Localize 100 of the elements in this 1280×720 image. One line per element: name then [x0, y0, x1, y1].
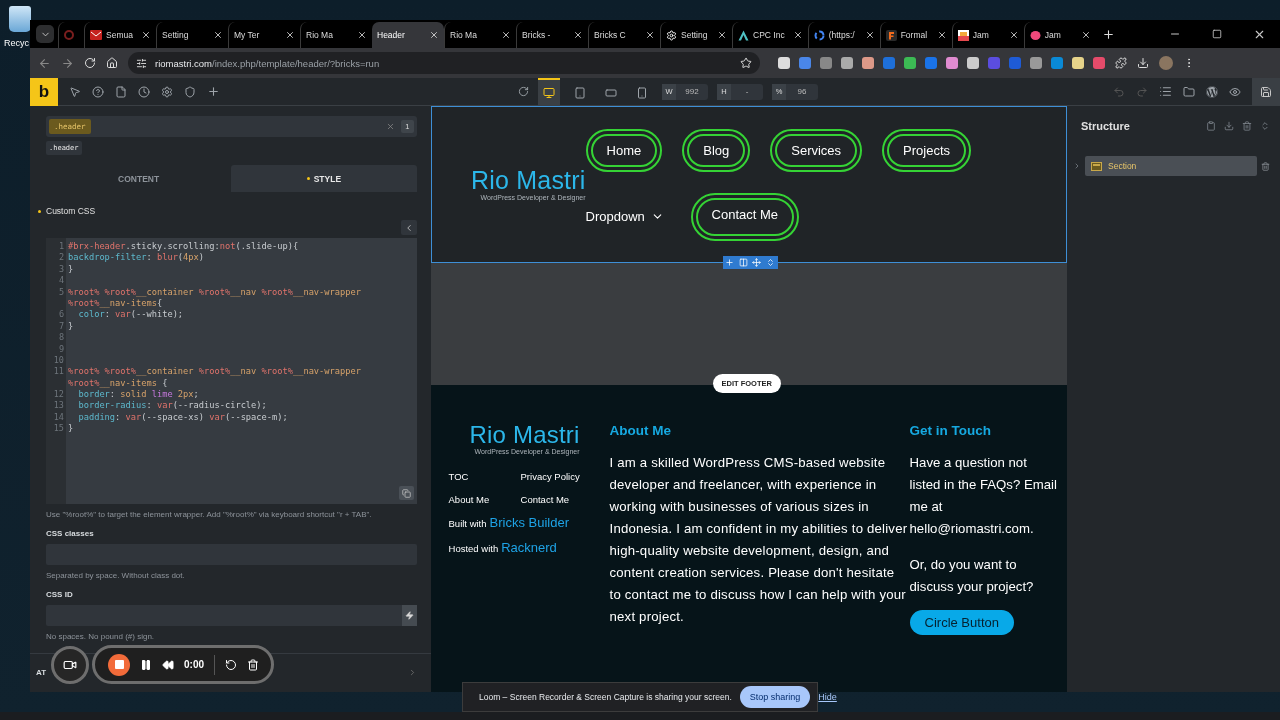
rewind-icon[interactable]: [162, 658, 174, 671]
clipboard-icon[interactable]: [1206, 121, 1216, 131]
back-icon[interactable]: [38, 56, 51, 70]
bookmark-star-icon[interactable]: [740, 57, 752, 69]
size-field[interactable]: 96: [786, 87, 818, 96]
move-icon[interactable]: [752, 258, 762, 267]
footer-link[interactable]: TOC: [448, 471, 521, 482]
close-icon[interactable]: [213, 30, 223, 40]
extension-icon[interactable]: [862, 57, 874, 69]
panel-tab[interactable]: CONTENT: [46, 165, 232, 192]
close-icon[interactable]: [792, 30, 803, 40]
extension-icon[interactable]: [904, 57, 916, 69]
footer-link[interactable]: Privacy Policy: [520, 471, 593, 482]
hide-link[interactable]: Hide: [818, 692, 837, 702]
contact-paragraph: Or, do you want to discuss your project?: [909, 556, 1035, 596]
columns-icon[interactable]: [738, 258, 748, 267]
refresh-icon[interactable]: [518, 86, 529, 97]
circle-button[interactable]: Circle Button: [909, 610, 1014, 635]
add-icon[interactable]: [207, 85, 220, 98]
profile-avatar[interactable]: [1159, 56, 1173, 70]
trash-icon[interactable]: [247, 658, 259, 671]
css-code-editor[interactable]: [46, 238, 417, 504]
collapse-button[interactable]: [400, 220, 417, 235]
nav-link[interactable]: Services: [770, 128, 863, 172]
close-icon[interactable]: [357, 30, 367, 40]
code-line: border-radius: var(--radius-circle);: [77, 400, 268, 412]
pointer-icon[interactable]: [69, 85, 81, 98]
desktop-view-button[interactable]: [538, 77, 560, 106]
tab-search-button[interactable]: [36, 25, 54, 43]
wordpress-icon[interactable]: [1206, 85, 1218, 98]
close-icon[interactable]: [864, 30, 875, 40]
help-icon[interactable]: [92, 85, 104, 98]
save-button[interactable]: [1252, 77, 1280, 106]
extensions-icon[interactable]: [1115, 57, 1127, 69]
size-field[interactable]: -: [731, 87, 763, 96]
tablet-icon: [574, 86, 586, 99]
stop-sharing-button[interactable]: Stop sharing: [739, 686, 811, 708]
structure-item[interactable]: Section: [1085, 156, 1257, 176]
nav-dropdown[interactable]: Dropdown: [585, 192, 671, 241]
pause-icon[interactable]: [140, 658, 152, 671]
credit-label: Built with: [448, 518, 487, 529]
close-icon[interactable]: [717, 30, 727, 40]
extension-icon[interactable]: [1093, 57, 1105, 69]
code-line: #brx-header.sticky.scrolling:not(.slide-up){: [68, 241, 300, 253]
close-icon[interactable]: [936, 30, 947, 40]
close-icon[interactable]: [573, 30, 583, 40]
extension-icon[interactable]: [820, 57, 832, 69]
home-icon[interactable]: [106, 57, 118, 69]
add-icon[interactable]: [724, 258, 734, 267]
address-bar[interactable]: riomastri.com/index.php/template/header/?bricks=run: [128, 52, 760, 74]
restart-icon[interactable]: [225, 658, 237, 671]
page-icon[interactable]: [115, 85, 127, 98]
extension-icon[interactable]: [799, 57, 811, 69]
builder-logo[interactable]: b: [30, 77, 58, 106]
new-tab-icon[interactable]: [1101, 27, 1115, 41]
panel-tab[interactable]: STYLE: [231, 165, 417, 192]
history-icon[interactable]: [138, 85, 150, 98]
forward-icon[interactable]: [61, 56, 74, 70]
list-icon[interactable]: [1159, 85, 1172, 98]
lightning-button[interactable]: [401, 605, 417, 626]
close-icon[interactable]: [501, 30, 511, 40]
size-field[interactable]: 992: [676, 87, 708, 96]
credit-link[interactable]: Bricks Builder: [489, 515, 569, 530]
folder-icon[interactable]: [1183, 85, 1195, 98]
nav-link[interactable]: Contact Me: [690, 192, 799, 241]
close-icon[interactable]: [429, 30, 439, 40]
css-shield-icon[interactable]: [184, 85, 196, 98]
chevron-icon[interactable]: [1073, 162, 1081, 170]
close-icon[interactable]: [645, 30, 655, 40]
extension-icon[interactable]: [841, 57, 853, 69]
download-icon[interactable]: [1137, 57, 1149, 69]
browser-tab[interactable]: Header: [372, 22, 444, 48]
input-field[interactable]: [46, 605, 417, 626]
extension-icon[interactable]: [778, 57, 790, 69]
preview-icon[interactable]: [1229, 85, 1241, 98]
close-icon[interactable]: [285, 30, 295, 40]
footer-link[interactable]: Contact Me: [520, 494, 593, 505]
attributes-label[interactable]: AT: [36, 668, 47, 677]
close-icon[interactable]: [1008, 30, 1019, 40]
extension-icon[interactable]: [1030, 57, 1042, 69]
credit-link[interactable]: Racknerd: [501, 540, 557, 555]
resize-icon[interactable]: [766, 258, 776, 267]
settings-icon[interactable]: [161, 85, 173, 98]
extension-icon[interactable]: [946, 57, 958, 69]
nav-link[interactable]: Blog: [682, 128, 751, 172]
element-toolbar[interactable]: [722, 256, 778, 269]
extension-icon[interactable]: [967, 57, 979, 69]
recycle-bin-icon[interactable]: [9, 6, 31, 32]
close-icon[interactable]: [1080, 30, 1091, 40]
clear-icon[interactable]: [386, 122, 396, 131]
nav-link[interactable]: Home: [585, 128, 663, 172]
footer-link[interactable]: About Me: [448, 494, 521, 505]
nav-link[interactable]: Projects: [882, 128, 972, 172]
extension-icon[interactable]: [1072, 57, 1084, 69]
maximize-icon[interactable]: [1212, 29, 1222, 39]
reload-icon[interactable]: [84, 57, 96, 69]
extension-icon[interactable]: [1051, 57, 1063, 69]
stop-recording-button[interactable]: [108, 653, 130, 676]
site-info-icon[interactable]: [136, 57, 147, 69]
close-icon[interactable]: [141, 30, 151, 40]
